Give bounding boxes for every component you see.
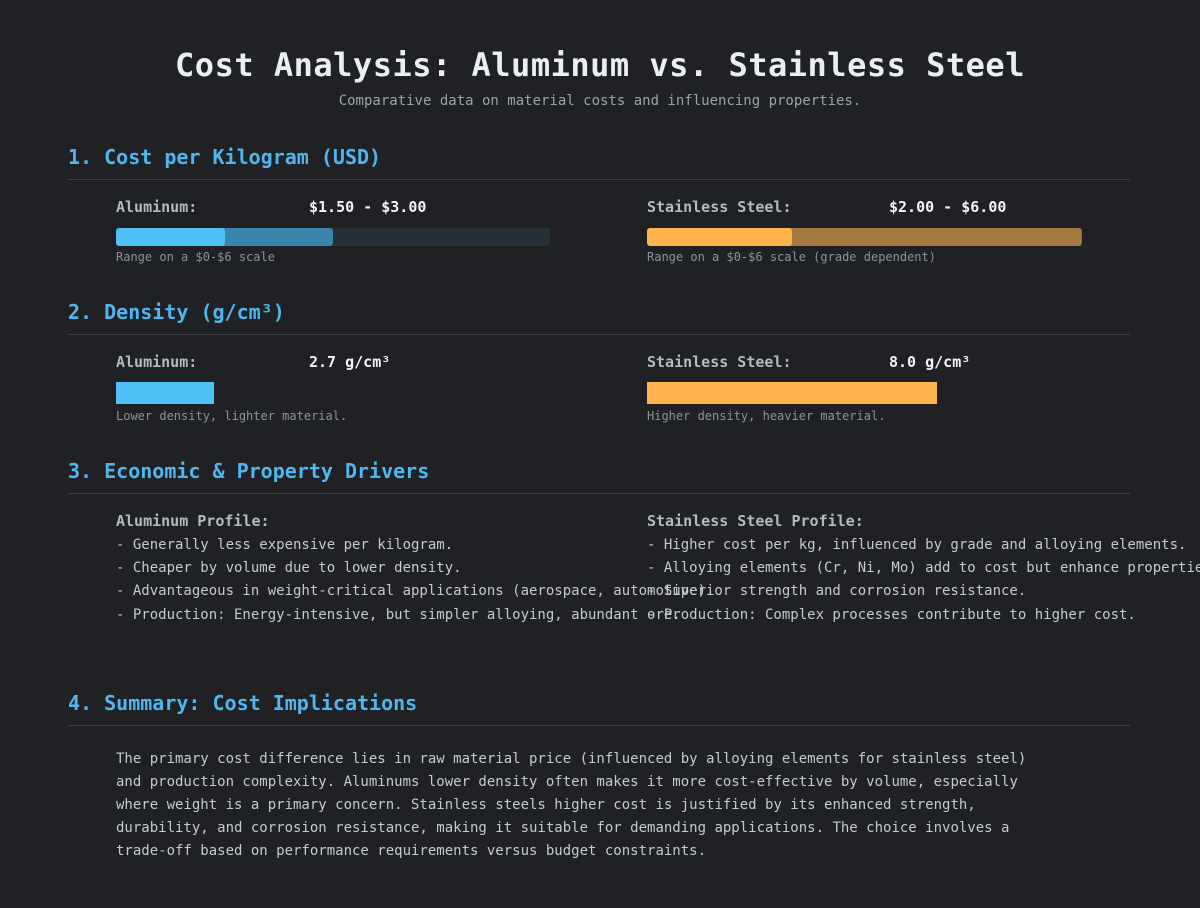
cost-stainless-min-fill xyxy=(647,228,792,246)
section-heading-cost: 1. Cost per Kilogram (USD) xyxy=(68,145,1130,180)
cost-aluminum-min-fill xyxy=(116,228,225,246)
density-aluminum-label: Aluminum: xyxy=(116,353,198,371)
section-heading-summary: 4. Summary: Cost Implications xyxy=(68,691,1130,726)
cost-stainless-range-bar xyxy=(647,228,1082,246)
stainless-profile-item: - Alloying elements (Cr, Ni, Mo) add to … xyxy=(647,560,1200,576)
section-heading-density: 2. Density (g/cm³) xyxy=(68,300,1130,335)
density-stainless-value: 8.0 g/cm³ xyxy=(889,353,971,371)
cost-aluminum-range-bar xyxy=(116,228,550,246)
cost-aluminum-label: Aluminum: xyxy=(116,198,198,216)
stainless-profile-item: - Superior strength and corrosion resist… xyxy=(647,583,1027,599)
density-stainless-note: Higher density, heavier material. xyxy=(647,409,886,423)
cost-stainless-value: $2.00 - $6.00 xyxy=(889,198,1007,216)
page-subtitle: Comparative data on material costs and i… xyxy=(338,93,862,109)
section-heading-drivers: 3. Economic & Property Drivers xyxy=(68,459,1130,494)
density-stainless-label: Stainless Steel: xyxy=(647,353,792,371)
aluminum-profile-item: - Advantageous in weight-critical applic… xyxy=(116,583,715,599)
density-aluminum-bar xyxy=(116,382,214,404)
aluminum-profile-title: Aluminum Profile: xyxy=(116,512,270,530)
summary-paragraph: The primary cost difference lies in raw … xyxy=(116,751,1027,859)
cost-aluminum-note: Range on a $0-$6 scale xyxy=(116,250,275,264)
aluminum-profile-item: - Generally less expensive per kilogram. xyxy=(116,537,454,553)
aluminum-profile-item: - Production: Energy-intensive, but simp… xyxy=(116,607,681,623)
cost-stainless-label: Stainless Steel: xyxy=(647,198,792,216)
cost-aluminum-value: $1.50 - $3.00 xyxy=(309,198,427,216)
stainless-profile-item: - Higher cost per kg, influenced by grad… xyxy=(647,537,1187,553)
aluminum-profile-item: - Cheaper by volume due to lower density… xyxy=(116,560,462,576)
stainless-profile-item: - Production: Complex processes contribu… xyxy=(647,607,1136,623)
cost-stainless-note: Range on a $0-$6 scale (grade dependent) xyxy=(647,250,936,264)
density-aluminum-value: 2.7 g/cm³ xyxy=(309,353,391,371)
density-aluminum-note: Lower density, lighter material. xyxy=(116,409,348,423)
stainless-profile-title: Stainless Steel Profile: xyxy=(647,512,864,530)
page-title: Cost Analysis: Aluminum vs. Stainless St… xyxy=(175,46,1025,84)
density-stainless-bar xyxy=(647,382,937,404)
